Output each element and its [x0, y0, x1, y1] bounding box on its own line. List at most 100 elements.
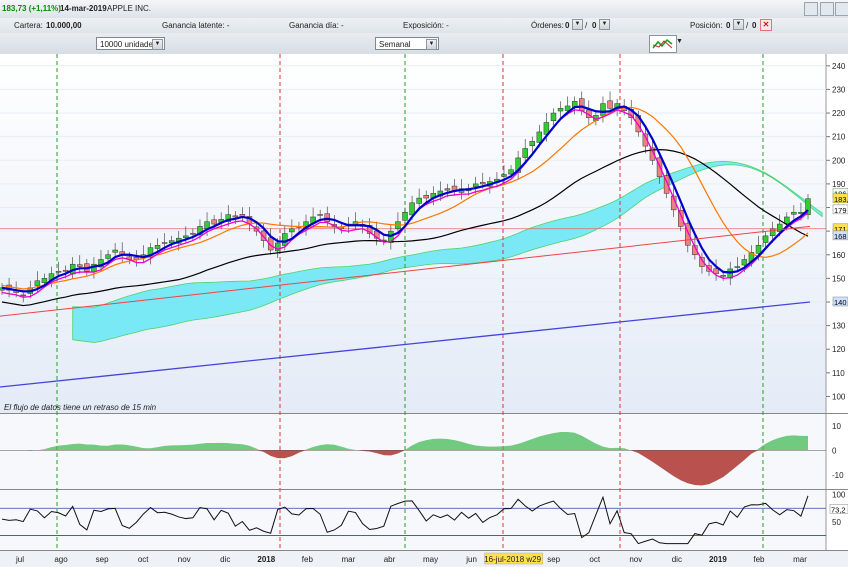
ordenes-dropdown-b-icon[interactable]: ▼: [599, 19, 610, 30]
candle: [190, 232, 196, 235]
quote-date: 14-mar-2019: [60, 4, 107, 13]
osc-tick-label: 10: [832, 422, 841, 431]
x-tick-label: mar: [342, 555, 356, 564]
account-bar: Cartera: 10.000,00 Ganancia latente: - G…: [0, 18, 848, 34]
y-tick-label: 120: [832, 345, 846, 354]
chart-style-button[interactable]: [649, 35, 677, 53]
x-tick-label: oct: [589, 555, 600, 564]
candle: [34, 280, 41, 286]
candle: [798, 211, 804, 214]
candle: [480, 181, 486, 185]
candle: [211, 219, 217, 225]
candle: [20, 294, 26, 297]
ordenes-label: Órdenes:: [531, 21, 564, 30]
candle: [402, 211, 408, 221]
y-tick-label: 150: [832, 274, 846, 283]
x-tick-label: feb: [753, 555, 765, 564]
posicion-count-b: 0: [752, 21, 757, 30]
window-options-icon[interactable]: [804, 2, 818, 16]
x-tick-label: 2018: [257, 555, 275, 564]
title-bar: 183,73 (+1,11%) 14-mar-2019 APPLE INC.: [0, 0, 848, 19]
x-tick-label: sep: [96, 555, 109, 564]
rsi-tick-label: 100: [832, 491, 846, 500]
instrument-name: APPLE INC.: [107, 4, 152, 13]
candle: [183, 235, 189, 238]
price-chart[interactable]: 100-10 1005073,2 24023022021020019018017…: [0, 54, 848, 567]
window-restore-icon[interactable]: [820, 2, 834, 16]
chevron-down-icon: ▼: [426, 39, 437, 50]
ordenes-count-b: 0: [592, 21, 597, 30]
posicion-label: Posición:: [690, 21, 723, 30]
candle: [557, 108, 564, 112]
value-tag-label: 179: [834, 206, 847, 215]
y-tick-label: 160: [832, 251, 846, 260]
candle: [55, 270, 62, 273]
x-tick-label: sep: [547, 555, 560, 564]
window-close-icon[interactable]: [835, 2, 848, 16]
ganancia-latente: Ganancia latente: -: [162, 21, 230, 30]
x-tick-label: mar: [793, 555, 807, 564]
value-tag-label: 183,7: [834, 195, 848, 204]
candle: [161, 242, 168, 244]
y-tick-label: 240: [832, 62, 846, 71]
candle: [762, 235, 769, 243]
y-tick-label: 210: [832, 133, 846, 142]
candle: [282, 233, 288, 246]
chart-style-chevron-icon[interactable]: ▼: [676, 38, 683, 45]
y-tick-label: 220: [832, 109, 846, 118]
x-tick-label: jun: [465, 555, 477, 564]
quantity-select[interactable]: 10000 unidades ▼: [96, 37, 165, 50]
ordenes-count-a: 0: [565, 21, 570, 30]
x-tick-label: ago: [54, 555, 68, 564]
candle: [600, 103, 606, 116]
candle: [62, 269, 69, 272]
x-tick-label: jul: [15, 555, 24, 564]
x-tick-label: may: [423, 555, 438, 564]
rsi-tick-label: 50: [832, 518, 841, 527]
x-tick-label: oct: [138, 555, 149, 564]
cartera-value: 10.000,00: [46, 21, 82, 30]
ordenes-dropdown-icon[interactable]: ▼: [572, 19, 583, 30]
y-tick-label: 200: [832, 156, 846, 165]
period-value: Semanal: [379, 40, 411, 49]
period-select[interactable]: Semanal ▼: [375, 37, 439, 50]
x-tick-label: dic: [220, 555, 230, 564]
x-tick-label: nov: [178, 555, 191, 564]
candle: [77, 264, 83, 267]
candle: [423, 195, 429, 199]
candle: [791, 211, 797, 215]
y-tick-label: 190: [832, 180, 846, 189]
candle: [154, 245, 161, 249]
candle: [289, 228, 295, 233]
x-tick-label: abr: [384, 555, 396, 564]
y-tick-label: 230: [832, 85, 846, 94]
candle: [232, 215, 239, 218]
exposicion: Exposición: -: [403, 21, 449, 30]
chart-style-icon: [652, 38, 673, 49]
x-tick-label: dic: [672, 555, 682, 564]
posicion-count-a: 0: [726, 21, 731, 30]
candle: [755, 245, 762, 254]
x-tick-label: feb: [302, 555, 314, 564]
value-tag-label: 168: [834, 232, 847, 241]
chart-toolbar: 10000 unidades ▼ Semanal ▼ ▼: [0, 33, 848, 55]
candle: [550, 112, 557, 122]
y-tick-label: 110: [832, 369, 845, 378]
close-position-icon[interactable]: ✕: [760, 19, 772, 31]
last-price: 183,73 (+1,11%): [2, 4, 61, 13]
candle: [416, 197, 422, 204]
candle: [784, 216, 790, 224]
candle: [472, 183, 479, 187]
candle: [112, 249, 118, 253]
delay-notice: El flujo de datos tiene un retraso de 15…: [4, 403, 157, 412]
posicion-dropdown-icon[interactable]: ▼: [733, 19, 744, 30]
ganancia-dia: Ganancia día: -: [289, 21, 344, 30]
candle: [501, 174, 507, 177]
candle: [105, 254, 111, 259]
osc-tick-label: -10: [832, 471, 844, 480]
quantity-value: 10000 unidades: [100, 40, 157, 49]
candle: [769, 228, 776, 236]
rsi-value-label: 73,2: [831, 505, 846, 514]
candle: [529, 141, 535, 146]
x-tick-label: 2019: [709, 555, 727, 564]
